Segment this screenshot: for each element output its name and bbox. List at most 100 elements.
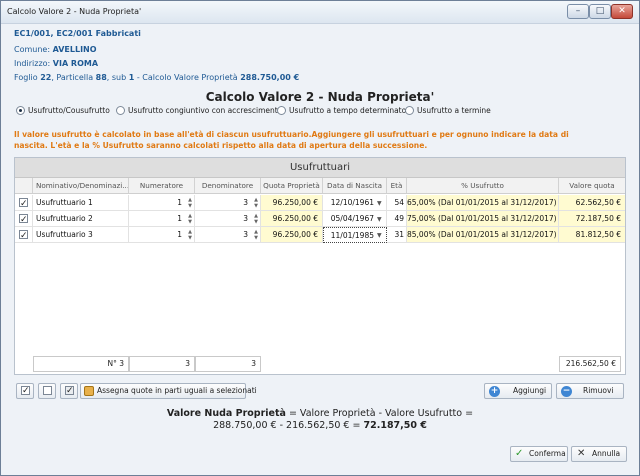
header-quota-proprieta[interactable]: Quota Proprietà (261, 178, 323, 194)
maximize-icon: □ (595, 6, 605, 16)
aggiungi-label: Aggiungi (513, 386, 547, 395)
annulla-button[interactable]: ✕ Annulla (571, 446, 627, 462)
row-1-perc: 65,00% (Dal 01/01/2015 al 31/12/2017) (407, 195, 559, 211)
select-none-button[interactable] (38, 383, 56, 399)
check-all-icon (21, 384, 30, 398)
header-denominatore[interactable]: Denominatore (195, 178, 261, 194)
row-3-perc: 85,00% (Dal 01/01/2015 al 31/12/2017) (407, 227, 559, 243)
row-1-name[interactable]: Usufruttuario 1 (33, 195, 129, 211)
header-numeratore[interactable]: Numeratore (129, 178, 195, 194)
info-foglio: Foglio 22, Particella 88, sub 1 - Calcol… (14, 73, 299, 82)
assegna-label: Assegna quote in parti uguali a selezion… (97, 386, 257, 395)
conferma-label: Conferma (529, 449, 566, 458)
row-3-check-cell (15, 227, 33, 243)
radio-usufrutto-a-termine[interactable]: Usufrutto a termine (405, 104, 491, 116)
row-2-eta: 49 (387, 211, 407, 227)
row-3-denominatore[interactable]: 3 (195, 227, 261, 243)
grid-title: Usufruttuari (15, 158, 625, 178)
header-valore-quota[interactable]: Valore quota (559, 178, 625, 194)
row-1-denominatore[interactable]: 3 (195, 195, 261, 211)
row-3-den-spinner-icon[interactable]: ▲ ▼ (253, 229, 259, 241)
info-indirizzo: Indirizzo: VIA ROMA (14, 59, 98, 68)
radio-button-icon (16, 105, 25, 115)
summary-formula: Valore Nuda Proprietà = Valore Proprietà… (0, 408, 640, 432)
radio-usufrutto-tempo-determinato[interactable]: Usufrutto a tempo determinato (277, 104, 406, 116)
indirizzo-value: VIA ROMA (52, 59, 99, 68)
particella-value: 88 (95, 73, 107, 82)
cancel-x-icon: ✕ (577, 448, 586, 459)
row-2-numeratore[interactable]: 1 (129, 211, 195, 227)
row-3-date-dropdown-icon[interactable]: ▼ (377, 232, 382, 239)
row-2-checkbox[interactable] (19, 212, 28, 226)
header-check (15, 178, 33, 194)
foglio-value: 22 (40, 73, 52, 82)
row-1-check-cell (15, 195, 33, 211)
radio-usufrutto-cousufrutto[interactable]: Usufrutto/Cousufrutto (16, 104, 110, 116)
radio-button-icon (116, 105, 125, 115)
page-title: Calcolo Valore 2 - Nuda Proprieta' (205, 90, 435, 104)
header-eta[interactable]: Età (387, 178, 407, 194)
row-3-num-spinner-icon[interactable]: ▲ ▼ (187, 229, 193, 241)
valore-proprieta: 288.750,00 € (240, 73, 300, 82)
add-icon: + (489, 386, 500, 397)
close-button[interactable]: ✕ (611, 4, 633, 19)
summary-calc: 288.750,00 € - 216.562,50 € = (213, 420, 361, 431)
row-1-quota: 96.250,00 € (261, 195, 323, 211)
row-2-perc: 75,00% (Dal 01/01/2015 al 31/12/2017) (407, 211, 559, 227)
row-2-check-cell (15, 211, 33, 227)
select-all-button[interactable] (16, 383, 34, 399)
radio-button-icon (277, 105, 286, 115)
warning-message: Il valore usufrutto è calcolato in base … (14, 129, 614, 151)
radio-label: Usufrutto a tempo determinato (289, 105, 407, 115)
assegna-quote-button[interactable]: Assegna quote in parti uguali a selezion… (80, 383, 257, 399)
radio-label: Usufrutto a termine (417, 105, 491, 115)
radio-button-icon (405, 105, 414, 115)
row-2-num-spinner-icon[interactable]: ▲ ▼ (187, 213, 193, 225)
row-2-quota: 96.250,00 € (261, 211, 323, 227)
sub-value: 1 (128, 73, 135, 82)
foglio-prefix: Foglio (14, 73, 38, 82)
row-2-den-spinner-icon[interactable]: ▲ ▼ (253, 213, 259, 225)
conferma-button[interactable]: ✓ Conferma (510, 446, 568, 462)
radio-label: Usufrutto/Cousufrutto (28, 105, 110, 115)
rimuovi-button[interactable]: − Rimuovi (556, 383, 624, 399)
minimize-icon: – (575, 6, 581, 16)
uncheck-all-icon (43, 386, 52, 395)
check-icon: ✓ (515, 448, 524, 459)
row-1-numeratore[interactable]: 1 (129, 195, 195, 211)
summary-result: 72.187,50 € (363, 420, 427, 431)
row-1-checkbox[interactable] (19, 196, 28, 210)
row-3-name[interactable]: Usufruttuario 3 (33, 227, 129, 243)
row-3-eta: 31 (387, 227, 407, 243)
row-1-den-spinner-icon[interactable]: ▲ ▼ (253, 197, 259, 209)
footer-count: N° 3 (33, 356, 129, 372)
row-2-valore: 72.187,50 € (559, 211, 625, 227)
row-3-checkbox[interactable] (19, 228, 28, 242)
invert-selection-button[interactable] (60, 383, 78, 399)
minimize-button[interactable]: – (567, 4, 589, 19)
row-1-num-spinner-icon[interactable]: ▲ ▼ (187, 197, 193, 209)
row-2-denominatore[interactable]: 3 (195, 211, 261, 227)
summary-formula-text: = Valore Proprietà - Valore Usufrutto = (288, 408, 474, 419)
header-nominativo[interactable]: Nominativo/Denominazi... (33, 178, 129, 194)
maximize-button[interactable]: □ (589, 4, 611, 19)
aggiungi-button[interactable]: + Aggiungi (484, 383, 552, 399)
row-2-name[interactable]: Usufruttuario 2 (33, 211, 129, 227)
warning-line-2: nascita. L'età e la % Usufrutto saranno … (14, 141, 428, 150)
row-3-numeratore[interactable]: 1 (129, 227, 195, 243)
footer-valore-total: 216.562,50 € (559, 356, 621, 372)
remove-icon: − (561, 386, 572, 397)
window-title: Calcolo Valore 2 - Nuda Proprieta' (7, 7, 142, 16)
comune-label: Comune: (14, 45, 51, 54)
footer-den-total: 3 (195, 356, 261, 372)
header-perc-usufrutto[interactable]: % Usufrutto (407, 178, 559, 194)
summary-label: Valore Nuda Proprietà (166, 408, 286, 419)
row-3-valore: 81.812,50 € (559, 227, 625, 243)
info-comune: Comune: AVELLINO (14, 45, 97, 54)
header-data-nascita[interactable]: Data di Nascita (323, 178, 387, 194)
row-1-date-dropdown-icon[interactable]: ▼ (377, 200, 382, 207)
particella-prefix: , Particella (51, 73, 94, 82)
radio-usufrutto-congiuntivo[interactable]: Usufrutto congiuntivo con accrescimento (116, 104, 282, 116)
row-2-date-dropdown-icon[interactable]: ▼ (377, 216, 382, 223)
warning-line-1: Il valore usufrutto è calcolato in base … (14, 130, 569, 139)
